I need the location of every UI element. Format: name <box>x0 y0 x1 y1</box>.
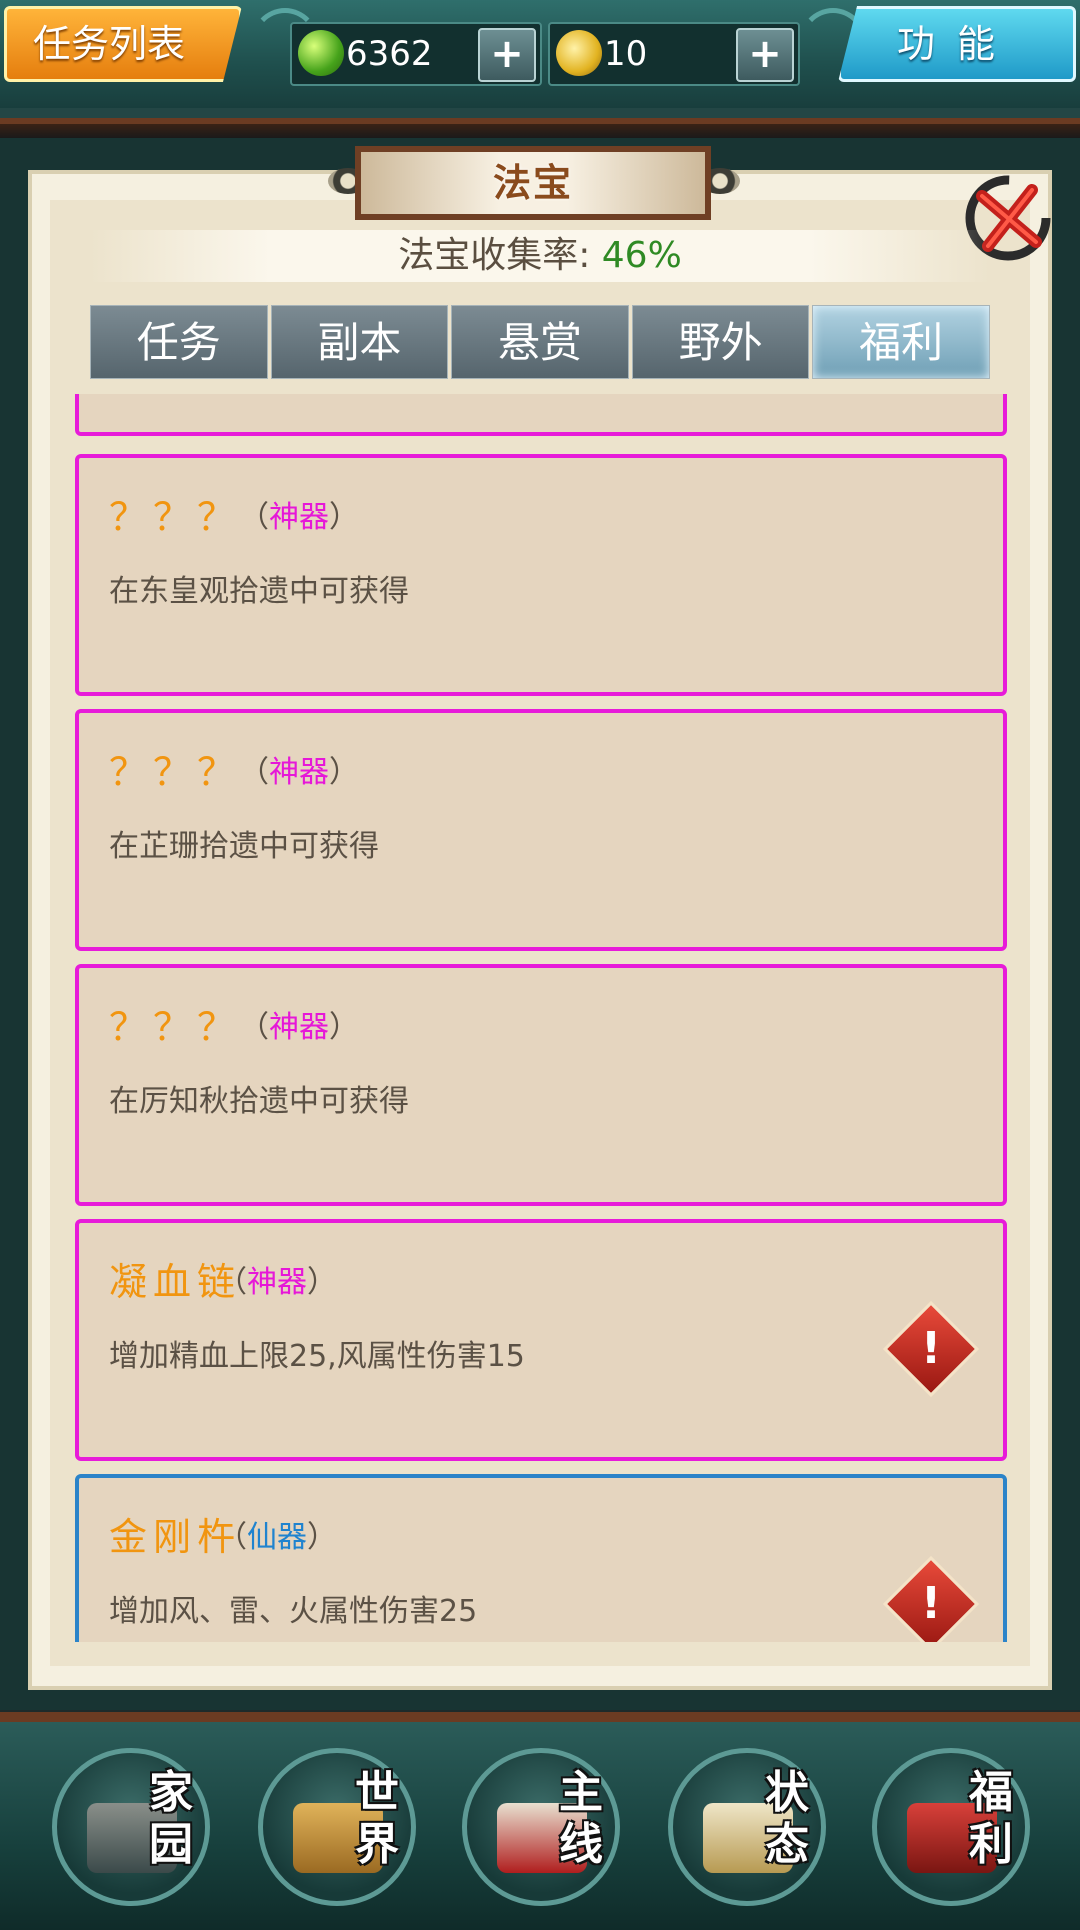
list-item[interactable]: ？？？ （神器） 在芷珊拾遗中可获得 <box>75 709 1007 951</box>
tab-bounty[interactable]: 悬赏 <box>451 305 629 379</box>
nav-label: 世界 <box>355 1767 399 1870</box>
nav-main-quest[interactable]: 主线 <box>462 1748 620 1906</box>
list-item[interactable]: ？？？ （神器） 在厉知秋拾遗中可获得 <box>75 964 1007 1206</box>
item-description: 增加精血上限25,风属性伤害15 <box>109 1339 525 1374</box>
nav-label: 状态 <box>765 1767 809 1870</box>
item-name: ？？？ <box>109 495 242 539</box>
gold-currency: 10 + <box>548 22 800 86</box>
item-name: ？？？ <box>109 750 242 794</box>
add-gold-button[interactable]: + <box>736 28 794 82</box>
grade-text: 神器 <box>269 1010 329 1045</box>
gold-ingot-icon <box>556 30 602 76</box>
grade-close: ） <box>329 755 359 790</box>
grade-open: （ <box>239 755 269 790</box>
item-grade: （神器） <box>217 1257 337 1301</box>
tab-wild[interactable]: 野外 <box>631 305 810 379</box>
info-warning-icon[interactable]: ! <box>882 1300 980 1398</box>
grade-close: ） <box>307 1265 337 1300</box>
nav-welfare[interactable]: 福利 <box>872 1748 1030 1906</box>
grade-open: （ <box>217 1265 247 1300</box>
item-description: 在厉知秋拾遗中可获得 <box>109 1084 409 1119</box>
tab-welfare[interactable]: 福利 <box>812 305 990 379</box>
grade-text: 神器 <box>269 500 329 535</box>
item-grade: （神器） <box>239 1002 359 1046</box>
grade-close: ） <box>307 1520 337 1555</box>
task-list-button[interactable]: 任务列表 <box>4 6 242 82</box>
jade-amount: 6362 <box>346 34 433 74</box>
nav-world[interactable]: 世界 <box>258 1748 416 1906</box>
item-grade: （神器） <box>239 747 359 791</box>
grade-open: （ <box>239 500 269 535</box>
info-warning-icon[interactable]: ! <box>882 1555 980 1642</box>
nav-home[interactable]: 家园 <box>52 1748 210 1906</box>
tab-dungeon[interactable]: 副本 <box>270 305 449 379</box>
top-bar: 任务列表 6362 + 10 + 功能 <box>0 0 1080 138</box>
nav-label: 主线 <box>559 1767 603 1870</box>
grade-text: 仙器 <box>247 1520 307 1555</box>
add-jade-button[interactable]: + <box>478 28 536 82</box>
list-item[interactable]: ？？？ （神器） 在东皇观拾遗中可获得 <box>75 454 1007 696</box>
jade-coin-icon <box>298 30 344 76</box>
item-description: 增加风、雷、火属性伤害25 <box>109 1594 478 1629</box>
grade-close: ） <box>329 500 359 535</box>
item-grade: （仙器） <box>217 1512 337 1556</box>
grade-close: ） <box>329 1010 359 1045</box>
gold-amount: 10 <box>604 34 648 74</box>
category-tabs: 任务 副本 悬赏 野外 福利 <box>90 305 990 379</box>
nav-status[interactable]: 状态 <box>668 1748 826 1906</box>
nav-label: 家园 <box>149 1767 193 1870</box>
list-item[interactable]: 凝血链 （神器） 增加精血上限25,风属性伤害15 ! <box>75 1219 1007 1461</box>
list-item[interactable]: 金刚杵 （仙器） 增加风、雷、火属性伤害25 ! <box>75 1474 1007 1642</box>
tab-task[interactable]: 任务 <box>90 305 268 379</box>
function-button[interactable]: 功能 <box>838 6 1076 82</box>
collection-rate-label: 法宝收集率: <box>398 235 591 276</box>
collection-rate-value: 46% <box>601 235 682 276</box>
jade-currency: 6362 + <box>290 22 542 86</box>
item-description: 在芷珊拾遗中可获得 <box>109 829 379 864</box>
grade-open: （ <box>239 1010 269 1045</box>
bottom-nav: 家园 世界 主线 状态 福利 <box>0 1712 1080 1930</box>
grade-text: 神器 <box>269 755 329 790</box>
list-item-partial <box>75 394 1007 436</box>
grade-open: （ <box>217 1520 247 1555</box>
panel-title: 法宝 <box>355 146 711 220</box>
item-name: ？？？ <box>109 1005 242 1049</box>
treasure-list[interactable]: ？？？ （神器） 在东皇观拾遗中可获得 ？？？ （神器） 在芷珊拾遗中可获得 ？… <box>75 394 1007 1642</box>
item-grade: （神器） <box>239 492 359 536</box>
grade-text: 神器 <box>247 1265 307 1300</box>
item-description: 在东皇观拾遗中可获得 <box>109 574 409 609</box>
nav-label: 福利 <box>969 1767 1013 1870</box>
collection-rate: 法宝收集率: 46% <box>90 230 990 282</box>
